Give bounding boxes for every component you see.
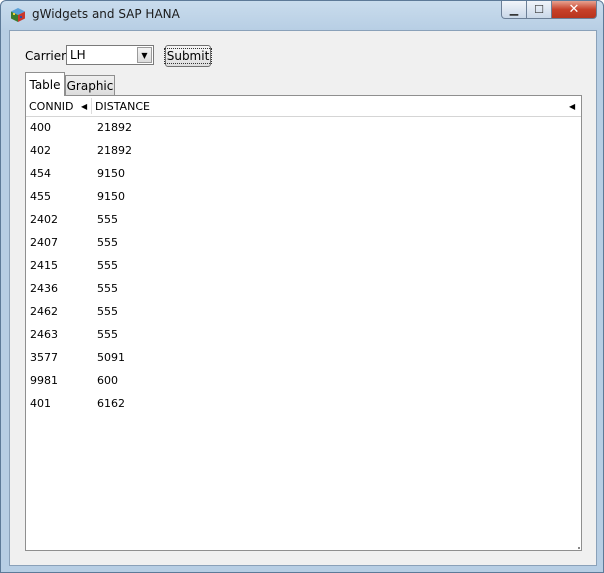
connid-cell: 401 xyxy=(30,397,51,410)
window-title: gWidgets and SAP HANA xyxy=(32,7,180,21)
connid-cell: 2415 xyxy=(30,259,58,272)
carrier-combobox-value: LH xyxy=(70,48,86,62)
connid-cell: 2402 xyxy=(30,213,58,226)
title-bar[interactable]: gWidgets and SAP HANA ▁ ☐ ✕ xyxy=(1,1,603,29)
connid-cell: 402 xyxy=(30,144,51,157)
app-icon xyxy=(11,8,25,22)
distance-cell: 555 xyxy=(97,259,118,272)
table-row[interactable]: 9981 600 xyxy=(26,370,581,393)
app-window: gWidgets and SAP HANA ▁ ☐ ✕ Carrier LH ▼… xyxy=(0,0,604,573)
column-header-connid-label: CONNID xyxy=(29,100,74,113)
connid-cell: 9981 xyxy=(30,374,58,387)
table-row[interactable]: 2436 555 xyxy=(26,278,581,301)
connid-cell: 3577 xyxy=(30,351,58,364)
submit-button-label: Submit xyxy=(163,48,213,64)
column-header-connid[interactable]: CONNID ◀ xyxy=(29,96,89,116)
connid-cell: 2463 xyxy=(30,328,58,341)
client-area: Carrier LH ▼ Submit Table Graphic CONNID… xyxy=(9,30,597,566)
connid-cell: 454 xyxy=(30,167,51,180)
window-controls: ▁ ☐ ✕ xyxy=(501,1,597,20)
column-header-distance[interactable]: DISTANCE ◀ xyxy=(95,96,575,116)
maximize-button[interactable]: ☐ xyxy=(527,1,552,19)
maximize-icon: ☐ xyxy=(534,3,544,16)
table-row[interactable]: 455 9150 xyxy=(26,186,581,209)
column-header-distance-label: DISTANCE xyxy=(95,100,150,113)
distance-cell: 555 xyxy=(97,236,118,249)
close-button[interactable]: ✕ xyxy=(552,1,597,19)
table-row[interactable]: 402 21892 xyxy=(26,140,581,163)
distance-cell: 600 xyxy=(97,374,118,387)
distance-cell: 9150 xyxy=(97,167,125,180)
distance-cell: 555 xyxy=(97,328,118,341)
table-row[interactable]: 400 21892 xyxy=(26,117,581,140)
chevron-down-icon: ▼ xyxy=(141,50,148,60)
tab-graphic-label: Graphic xyxy=(66,78,114,93)
table-row[interactable]: 2407 555 xyxy=(26,232,581,255)
connid-cell: 2462 xyxy=(30,305,58,318)
distance-cell: 555 xyxy=(97,305,118,318)
tab-table[interactable]: Table xyxy=(25,72,65,96)
connid-cell: 400 xyxy=(30,121,51,134)
table-row[interactable]: 401 6162 xyxy=(26,393,581,416)
table-header: CONNID ◀ DISTANCE ◀ xyxy=(26,96,581,117)
submit-button[interactable]: Submit xyxy=(163,45,213,67)
minimize-icon: ▁ xyxy=(509,3,519,16)
sort-arrow-icon: ◀ xyxy=(81,102,88,111)
carrier-label: Carrier xyxy=(25,49,67,63)
close-icon: ✕ xyxy=(568,2,580,17)
table-panel: CONNID ◀ DISTANCE ◀ 400 21892 402 21892 454 9… xyxy=(25,95,582,551)
tab-table-label: Table xyxy=(29,77,61,92)
distance-cell: 6162 xyxy=(97,397,125,410)
combobox-dropdown-button[interactable]: ▼ xyxy=(137,47,152,63)
distance-cell: 555 xyxy=(97,213,118,226)
column-divider[interactable] xyxy=(91,98,92,114)
distance-cell: 555 xyxy=(97,282,118,295)
table-row[interactable]: 2402 555 xyxy=(26,209,581,232)
table-row[interactable]: 2462 555 xyxy=(26,301,581,324)
tab-graphic[interactable]: Graphic xyxy=(65,75,115,95)
distance-cell: 21892 xyxy=(97,121,132,134)
table-row[interactable]: 3577 5091 xyxy=(26,347,581,370)
carrier-combobox[interactable]: LH ▼ xyxy=(66,45,154,65)
minimize-button[interactable]: ▁ xyxy=(501,1,527,19)
connid-cell: 2436 xyxy=(30,282,58,295)
table-row[interactable]: 2463 555 xyxy=(26,324,581,347)
resize-grip xyxy=(578,547,580,549)
distance-cell: 9150 xyxy=(97,190,125,203)
sort-arrow-icon: ◀ xyxy=(569,102,576,111)
table-row[interactable]: 454 9150 xyxy=(26,163,581,186)
distance-cell: 21892 xyxy=(97,144,132,157)
connid-cell: 2407 xyxy=(30,236,58,249)
distance-cell: 5091 xyxy=(97,351,125,364)
connid-cell: 455 xyxy=(30,190,51,203)
table-row[interactable]: 2415 555 xyxy=(26,255,581,278)
